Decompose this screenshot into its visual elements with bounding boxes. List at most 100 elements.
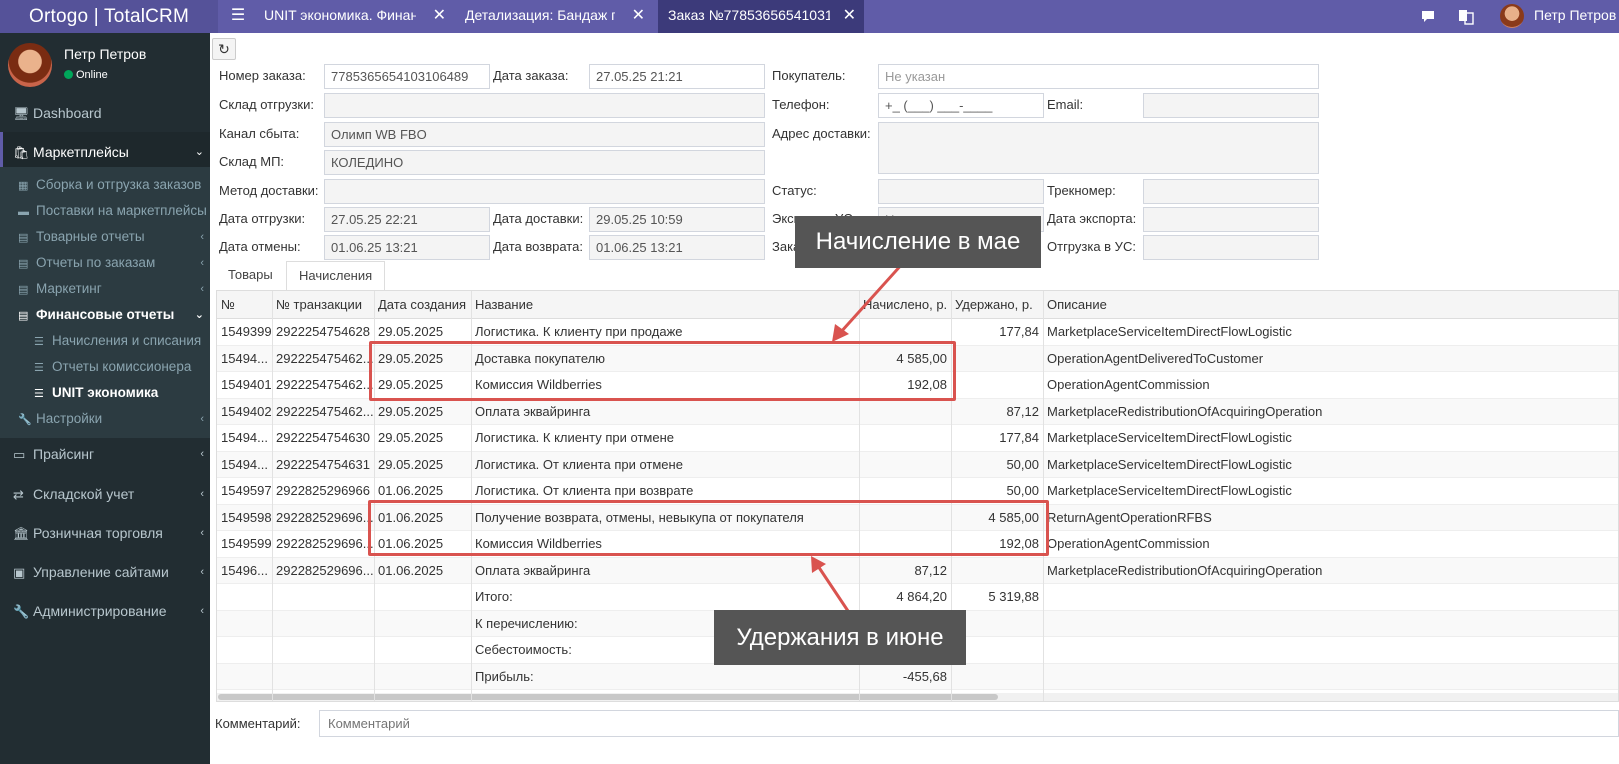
table-row[interactable]: 1549598 292282529696... 01.06.2025 Получени…: [217, 504, 1618, 531]
tab-charges[interactable]: Начисления: [286, 261, 386, 290]
buyer-field[interactable]: Не указан: [878, 64, 1319, 89]
header-col-description[interactable]: Описание: [1043, 292, 1618, 318]
column-divider[interactable]: [859, 291, 860, 701]
sidebar-item-order-reports[interactable]: ▤ Отчеты по заказам ‹: [0, 250, 218, 276]
menu-toggle-icon[interactable]: ☰: [228, 0, 248, 33]
header-col-held[interactable]: Удержано, р.: [951, 292, 1043, 318]
table-row[interactable]: 1549599 292282529696... 01.06.2025 Комиссия…: [217, 531, 1618, 558]
ship-us-label: Отгрузка в УС:: [1047, 239, 1136, 254]
scrollbar-thumb[interactable]: [218, 694, 998, 700]
header-col-no[interactable]: №: [217, 292, 272, 318]
table-row[interactable]: 15496... 292282529696... 01.06.2025 Оплата …: [217, 557, 1618, 584]
table-cell: 01.06.2025: [378, 562, 444, 578]
sidebar-item-admin[interactable]: 🔧 Администрирование ‹: [0, 591, 218, 631]
channel-field[interactable]: Олимп WB FBO: [324, 122, 765, 147]
table-row[interactable]: 15494... 2922254754630 29.05.2025 Логистика…: [217, 425, 1618, 452]
close-icon[interactable]: ✕: [843, 0, 856, 31]
order-date-field[interactable]: 27.05.25 21:21: [589, 64, 765, 89]
sidebar-item-goods-reports[interactable]: ▤ Товарные отчеты ‹: [0, 224, 218, 250]
sidebar-item-dashboard[interactable]: 🖥 Dashboard: [0, 93, 218, 133]
table-cell: 2922825296966: [276, 483, 370, 498]
table-cell: 15496...: [221, 562, 268, 578]
app-logo[interactable]: Ortogo | TotalCRM: [0, 0, 218, 33]
order-no-field[interactable]: 7785365654103106489: [324, 64, 490, 89]
translate-icon[interactable]: [1458, 6, 1474, 26]
phone-field[interactable]: +_ (___) ___-____: [878, 93, 1044, 118]
avatar[interactable]: [1500, 4, 1524, 28]
channel-label: Канал сбыта:: [219, 126, 300, 141]
chevron-left-icon: ‹: [200, 257, 204, 269]
table-cell: 87,12: [914, 562, 947, 578]
credit-card-icon: ▭: [13, 447, 26, 462]
header-col-transaction[interactable]: № транзакции: [272, 292, 374, 318]
track-field[interactable]: [1143, 179, 1319, 204]
sidebar-item-pricing[interactable]: ▭ Прайсинг ‹: [0, 434, 218, 474]
ship-date-field[interactable]: 27.05.25 22:21: [324, 207, 490, 232]
export-field[interactable]: Не выгружен: [878, 207, 1044, 232]
sidebar-item-supplies[interactable]: ▬ Поставки на маркетплейсы: [0, 198, 218, 224]
sidebar-item-label: Маркетплейсы: [33, 144, 129, 160]
status-text: Online: [76, 69, 108, 81]
sidebar-item-fin-reports[interactable]: ▤ Финансовые отчеты ⌄: [0, 302, 218, 328]
export-date-field[interactable]: [1143, 207, 1319, 232]
column-divider[interactable]: [1043, 291, 1044, 701]
tab-order[interactable]: Заказ №77853656541031 ✕: [658, 0, 864, 33]
sidebar-item-sites[interactable]: ▣ Управление сайтами ‹: [0, 552, 218, 592]
top-username[interactable]: Петр Петров: [1534, 0, 1616, 31]
header-col-created[interactable]: Дата создания: [374, 292, 471, 318]
cancel-date-field[interactable]: 01.06.25 13:21: [324, 235, 490, 260]
column-divider[interactable]: [471, 291, 472, 701]
warehouse-field[interactable]: [324, 93, 765, 118]
table-row[interactable]: 1549597 2922825296966 01.06.2025 Логистика.…: [217, 478, 1618, 505]
tab-details[interactable]: Детализация: Бандаж пр ✕: [455, 0, 653, 33]
close-icon[interactable]: ✕: [433, 0, 446, 31]
close-icon[interactable]: ✕: [632, 0, 645, 31]
horizontal-scrollbar[interactable]: [217, 693, 1618, 701]
table-row[interactable]: 1549399 2922254754628 29.05.2025 Логистика.…: [217, 319, 1618, 346]
sidebar-item-assembly[interactable]: ▦ Сборка и отгрузка заказов: [0, 172, 218, 198]
return-date-field[interactable]: 01.06.25 13:21: [589, 235, 765, 260]
track-label: Трекномер:: [1047, 183, 1116, 198]
sidebar-item-marketplaces[interactable]: 🛍 Маркетплейсы ⌄: [0, 132, 218, 172]
sidebar-item-commissioner[interactable]: ☰ Отчеты комиссионера: [0, 354, 218, 380]
delivery-date-field[interactable]: 29.05.25 10:59: [589, 207, 765, 232]
table-row[interactable]: 1549401 292225475462... 29.05.2025 Комиссия…: [217, 372, 1618, 399]
order-us-label: Заказ: [772, 239, 807, 254]
header-col-name[interactable]: Название: [471, 292, 859, 318]
chat-icon[interactable]: [1420, 5, 1436, 27]
sidebar-item-unit[interactable]: ☰ UNIT экономика: [0, 380, 218, 406]
sidebar-item-marketing[interactable]: ▤ Маркетинг ‹: [0, 276, 218, 302]
column-divider[interactable]: [951, 291, 952, 701]
tab-unit-economics[interactable]: UNIT экономика. Финансовые ✕: [254, 0, 454, 33]
sidebar-item-warehouse[interactable]: ⇄ Складской учет ‹: [0, 474, 218, 514]
table-cell: 01.06.2025: [378, 483, 444, 498]
sidebar-item-charges[interactable]: ☰ Начисления и списания: [0, 328, 218, 354]
table-cell: 2922254754630: [276, 430, 370, 445]
address-label: Адрес доставки:: [772, 126, 871, 141]
ship-us-field[interactable]: [1143, 235, 1319, 260]
comment-input[interactable]: [319, 710, 1619, 737]
sidebar-item-label: Финансовые отчеты: [36, 307, 175, 322]
sidebar-item-label: Отчеты комиссионера: [52, 359, 192, 374]
table-row[interactable]: 15494... 292225475462... 29.05.2025 Доставк…: [217, 345, 1618, 372]
bank-icon: 🏛: [13, 526, 30, 541]
sidebar-item-settings[interactable]: 🔧 Настройки ‹: [0, 406, 218, 432]
sidebar-item-retail[interactable]: 🏛 Розничная торговля ‹: [0, 513, 218, 553]
ship-date-label: Дата отгрузки:: [219, 211, 306, 226]
comment-label: Комментарий:: [215, 716, 301, 731]
status-field[interactable]: [878, 179, 1044, 204]
table-cell: 87,12: [1006, 403, 1039, 419]
column-divider[interactable]: [272, 291, 273, 701]
summary-held: [951, 637, 1043, 663]
table-row[interactable]: 1549402 292225475462... 29.05.2025 Оплата э…: [217, 398, 1618, 425]
refresh-button[interactable]: ↻: [212, 38, 236, 60]
tab-goods[interactable]: Товары: [216, 261, 285, 290]
delivery-method-field[interactable]: [324, 179, 765, 204]
header-col-charged[interactable]: Начислено, р.: [859, 292, 951, 318]
mp-warehouse-field[interactable]: КОЛЕДИНО: [324, 150, 765, 175]
table-row[interactable]: 15494... 2922254754631 29.05.2025 Логистика…: [217, 451, 1618, 478]
address-field[interactable]: [878, 122, 1319, 174]
column-divider[interactable]: [374, 291, 375, 701]
table-cell: 292225475462...: [276, 350, 374, 366]
email-field[interactable]: [1143, 93, 1319, 118]
